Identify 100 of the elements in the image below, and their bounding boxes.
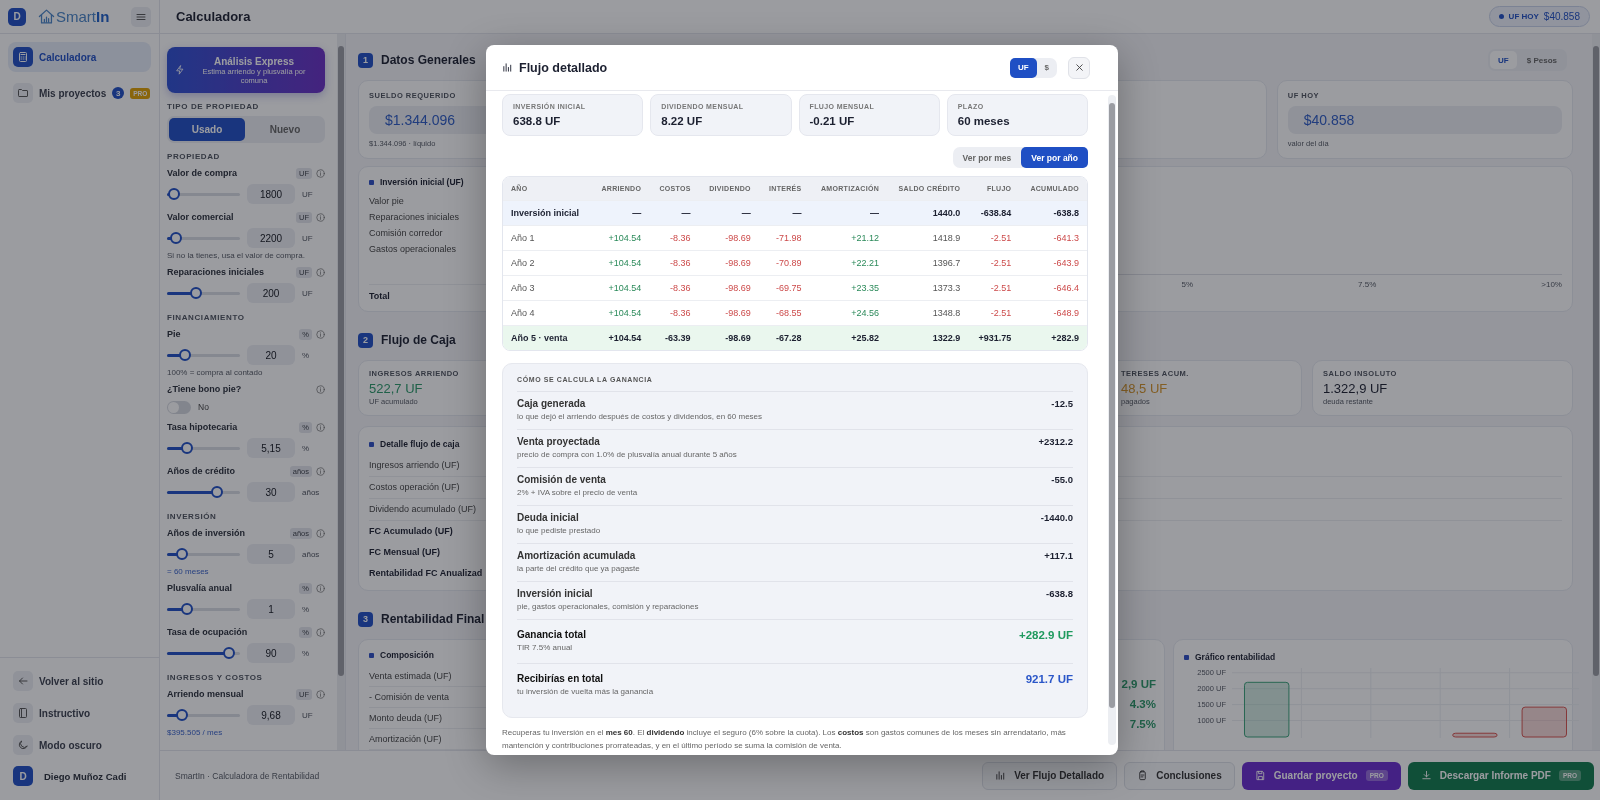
card-value: 522,7 UF bbox=[369, 381, 423, 396]
unit-label: % bbox=[302, 604, 310, 614]
unit-label: UF bbox=[302, 233, 313, 243]
row-label: Costos operación (UF) bbox=[369, 482, 460, 492]
table-cell: 1418.9 bbox=[887, 225, 969, 251]
stat-value: 638.8 UF bbox=[513, 115, 562, 127]
table-cell: Inversión inicial bbox=[503, 200, 591, 226]
hint-text: Si no la tienes, usa el valor de compra. bbox=[167, 251, 306, 260]
table-cell: -67.28 bbox=[758, 325, 810, 350]
section-label: FINANCIAMIENTO bbox=[167, 313, 246, 322]
table-cell: -69.75 bbox=[758, 275, 810, 301]
card-title: Inversión inicial (UF) bbox=[380, 177, 464, 187]
hint-text: $395.505 / mes bbox=[167, 728, 224, 737]
axis-label: >10% bbox=[1541, 280, 1562, 289]
count-badge: 3 bbox=[112, 87, 125, 99]
table-cell: — bbox=[698, 200, 759, 226]
table-cell: 1396.7 bbox=[887, 250, 969, 276]
unit-label: años bbox=[302, 549, 320, 559]
table-cell: -2.51 bbox=[968, 250, 1020, 276]
table-cell: -98.69 bbox=[698, 250, 759, 276]
unit-label: % bbox=[302, 648, 310, 658]
field-label: Valor de compra bbox=[167, 168, 238, 178]
table-cell: 1373.3 bbox=[887, 275, 969, 301]
summary-value: 4.3% bbox=[1129, 698, 1156, 710]
table-cell: -641.3 bbox=[1019, 225, 1087, 251]
field-label: ¿Tiene bono pie? bbox=[167, 384, 242, 394]
breakdown-value: -1440.0 bbox=[1040, 512, 1073, 523]
table-cell: +104.54 bbox=[590, 275, 650, 301]
table-cell: +104.54 bbox=[590, 250, 650, 276]
table-cell: -8.36 bbox=[649, 275, 699, 301]
field-label: Valor comercial bbox=[167, 212, 234, 222]
table-cell: -646.4 bbox=[1019, 275, 1087, 301]
breakdown-label: Caja generada bbox=[517, 398, 587, 409]
row-label: Rentabilidad FC Anualizad bbox=[369, 568, 483, 578]
footnote: Recuperas tu inversión en el mes 60. El dividendo incluye el seguro (6% sobre la cuota). Los costos son gastos comunes de los meses sin arrendatario, más mantención y contribuciones prorrateadas, y en el último período se suma la comisión de venta. bbox=[502, 727, 1067, 752]
table-cell: — bbox=[809, 200, 887, 226]
breakdown-value: +282.9 UF bbox=[1018, 629, 1073, 641]
table-cell: +104.54 bbox=[590, 225, 650, 251]
table-cell: -98.69 bbox=[698, 325, 759, 350]
table-cell: -638.8 bbox=[1019, 200, 1087, 226]
stat-value: 8.22 UF bbox=[661, 115, 704, 127]
table-cell: 1440.0 bbox=[887, 200, 969, 226]
row-label: Comisión corredor bbox=[369, 228, 443, 238]
table-cell: +104.54 bbox=[590, 325, 650, 350]
unit-label: UF bbox=[302, 288, 313, 298]
breakdown-label: Amortización acumulada bbox=[517, 550, 637, 561]
uf-label: UF HOY bbox=[1508, 12, 1539, 21]
table-cell: -71.98 bbox=[758, 225, 810, 251]
table-cell: +21.12 bbox=[809, 225, 887, 251]
unit-label: UF bbox=[302, 189, 313, 199]
section-label: PROPIEDAD bbox=[167, 152, 221, 161]
section-number: 3 bbox=[358, 611, 373, 627]
field-label: Años de inversión bbox=[167, 528, 246, 538]
card-title: Composición bbox=[380, 650, 434, 660]
row-label: Amortización (UF) bbox=[369, 734, 442, 744]
card-value: 1.322,9 UF bbox=[1323, 381, 1388, 396]
summary-value: 7.5% bbox=[1129, 718, 1156, 730]
row-label: FC Acumulado (UF) bbox=[369, 526, 453, 536]
card-title: Detalle flujo de caja bbox=[380, 439, 460, 449]
unit-label: UF bbox=[302, 710, 313, 720]
breakdown-label: Deuda inicial bbox=[517, 512, 580, 523]
breakdown-note: TIR 7.5% anual bbox=[517, 643, 574, 652]
uf-value: $40.858 bbox=[1543, 11, 1580, 22]
table-cell: Año 1 bbox=[503, 225, 591, 251]
summary-value: 2,9 UF bbox=[1121, 678, 1156, 690]
breakdown-label: Recibirías en total bbox=[517, 673, 605, 684]
table-cell: -8.36 bbox=[649, 225, 699, 251]
breakdown-label: Inversión inicial bbox=[517, 588, 594, 599]
row-label: - Comisión de venta bbox=[369, 692, 450, 702]
table-cell: +23.35 bbox=[809, 275, 887, 301]
footer-text: SmartIn · Calculadora de Rentabilidad bbox=[175, 770, 320, 781]
table-cell: -70.89 bbox=[758, 250, 810, 276]
axis-label: 7.5% bbox=[1358, 280, 1377, 289]
hint-text: 100% = compra al contado bbox=[167, 368, 264, 377]
table-cell: -643.9 bbox=[1019, 250, 1087, 276]
breakdown-value: 921.7 UF bbox=[1025, 673, 1073, 685]
field-label: Años de crédito bbox=[167, 466, 235, 476]
switch-label: No bbox=[198, 402, 209, 412]
card-value: 48,5 UF bbox=[1121, 381, 1168, 396]
axis-label: 5% bbox=[1181, 280, 1194, 289]
breakdown-value: -55.0 bbox=[1051, 474, 1073, 485]
table-cell: +22.21 bbox=[809, 250, 887, 276]
table-cell: -63.39 bbox=[649, 325, 699, 350]
breakdown-label: Venta proyectada bbox=[517, 436, 601, 447]
breakdown-value: -638.8 bbox=[1046, 588, 1073, 599]
stat-value: -0.21 UF bbox=[809, 115, 856, 127]
section-title: Rentabilidad Final bbox=[381, 612, 485, 626]
table-cell: +25.82 bbox=[809, 325, 887, 350]
breakdown-note: pie, gastos operacionales, comisión y reparaciones bbox=[517, 602, 700, 611]
page-title: Calculadora bbox=[176, 9, 251, 24]
row-label: Reparaciones iniciales bbox=[369, 212, 460, 222]
section-number: 2 bbox=[358, 332, 373, 348]
table-cell: +282.9 bbox=[1019, 325, 1087, 350]
section-title: Flujo de Caja bbox=[381, 333, 456, 347]
section-label: TIPO DE PROPIEDAD bbox=[167, 102, 260, 111]
table-cell: -98.69 bbox=[698, 225, 759, 251]
breakdown-note: lo que pediste prestado bbox=[517, 526, 602, 535]
breakdown-note: lo que dejó el arriendo después de costos y dividendos, en 60 meses bbox=[517, 412, 764, 421]
breakdown-note: tu inversión de vuelta más la ganancia bbox=[517, 687, 655, 696]
section-number: 1 bbox=[358, 52, 373, 68]
